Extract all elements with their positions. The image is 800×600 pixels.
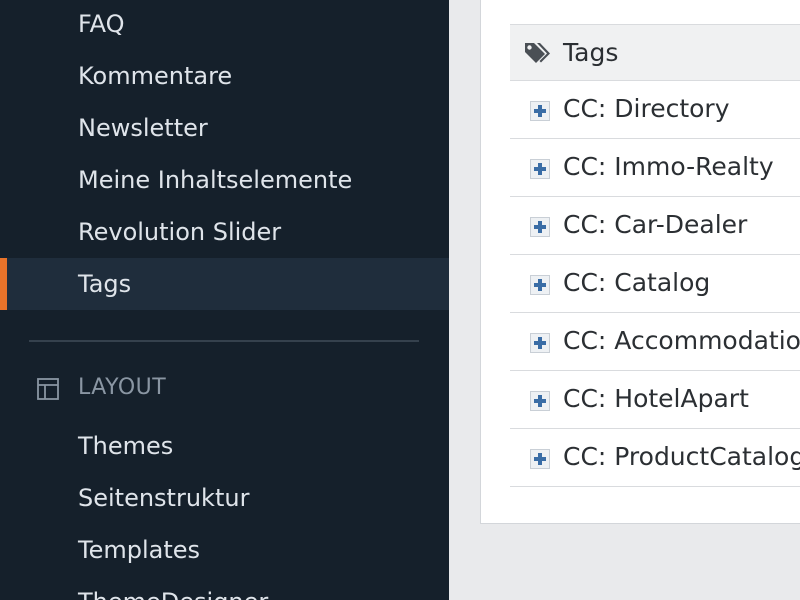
tag-row-directory[interactable]: CC: Directory — [510, 81, 800, 139]
plus-icon — [534, 163, 546, 175]
expand-button[interactable] — [530, 275, 550, 295]
plus-icon — [534, 395, 546, 407]
sidebar-item-kommentare[interactable]: Kommentare — [0, 50, 449, 102]
sidebar-item-label: ThemeDesigner — [78, 588, 268, 600]
plus-icon — [534, 337, 546, 349]
tag-label: CC: Directory — [563, 94, 730, 123]
sidebar-section-layout: LAYOUT — [0, 364, 449, 414]
sidebar-item-label: Revolution Slider — [78, 218, 282, 246]
expand-button[interactable] — [530, 333, 550, 353]
tag-row-immo-realty[interactable]: CC: Immo-Realty — [510, 139, 800, 197]
plus-icon — [534, 221, 546, 233]
plus-icon — [534, 453, 546, 465]
sidebar-item-templates[interactable]: Templates — [0, 524, 449, 576]
tag-row-hotelapart[interactable]: CC: HotelApart — [510, 371, 800, 429]
tags-icon — [525, 43, 550, 63]
tags-title: Tags — [563, 38, 619, 67]
sidebar-item-faq[interactable]: FAQ — [0, 0, 449, 50]
plus-icon — [534, 105, 546, 117]
expand-button[interactable] — [530, 101, 550, 121]
tag-label: CC: Car-Dealer — [563, 210, 748, 239]
plus-icon — [534, 279, 546, 291]
sidebar-item-label: Themes — [78, 432, 174, 460]
sidebar-item-label: Newsletter — [78, 114, 208, 142]
layout-icon — [37, 378, 59, 400]
sidebar-divider — [29, 340, 419, 342]
tag-label: CC: Immo-Realty — [563, 152, 774, 181]
sidebar-item-label: Kommentare — [78, 62, 233, 90]
expand-button[interactable] — [530, 159, 550, 179]
tags-header: Tags — [510, 24, 800, 81]
tag-label: CC: Accommodation — [563, 326, 800, 355]
sidebar-item-label: Meine Inhaltselemente — [78, 166, 353, 194]
tag-label: CC: HotelApart — [563, 384, 749, 413]
sidebar-item-newsletter[interactable]: Newsletter — [0, 102, 449, 154]
sidebar-item-meine-inhaltselemente[interactable]: Meine Inhaltselemente — [0, 154, 449, 206]
sidebar-item-label: Tags — [78, 270, 132, 298]
sidebar-item-label: Templates — [78, 536, 201, 564]
tag-row-productcatalog[interactable]: CC: ProductCatalog — [510, 429, 800, 487]
sidebar-section-title: LAYOUT — [78, 375, 167, 400]
tag-label: CC: ProductCatalog — [563, 442, 800, 471]
sidebar-item-themes[interactable]: Themes — [0, 420, 449, 472]
sidebar-item-tags[interactable]: Tags — [0, 258, 449, 310]
sidebar: FAQ Kommentare Newsletter Meine Inhaltse… — [0, 0, 449, 600]
tag-row-accommodation[interactable]: CC: Accommodation — [510, 313, 800, 371]
sidebar-item-themedesigner[interactable]: ThemeDesigner — [0, 576, 449, 600]
expand-button[interactable] — [530, 391, 550, 411]
active-indicator — [0, 258, 7, 310]
sidebar-item-seitenstruktur[interactable]: Seitenstruktur — [0, 472, 449, 524]
expand-button[interactable] — [530, 217, 550, 237]
sidebar-item-revolution-slider[interactable]: Revolution Slider — [0, 206, 449, 258]
tag-row-catalog[interactable]: CC: Catalog — [510, 255, 800, 313]
tag-label: CC: Catalog — [563, 268, 711, 297]
tag-row-car-dealer[interactable]: CC: Car-Dealer — [510, 197, 800, 255]
sidebar-item-label: Seitenstruktur — [78, 484, 250, 512]
sidebar-item-label: FAQ — [78, 10, 125, 38]
expand-button[interactable] — [530, 449, 550, 469]
